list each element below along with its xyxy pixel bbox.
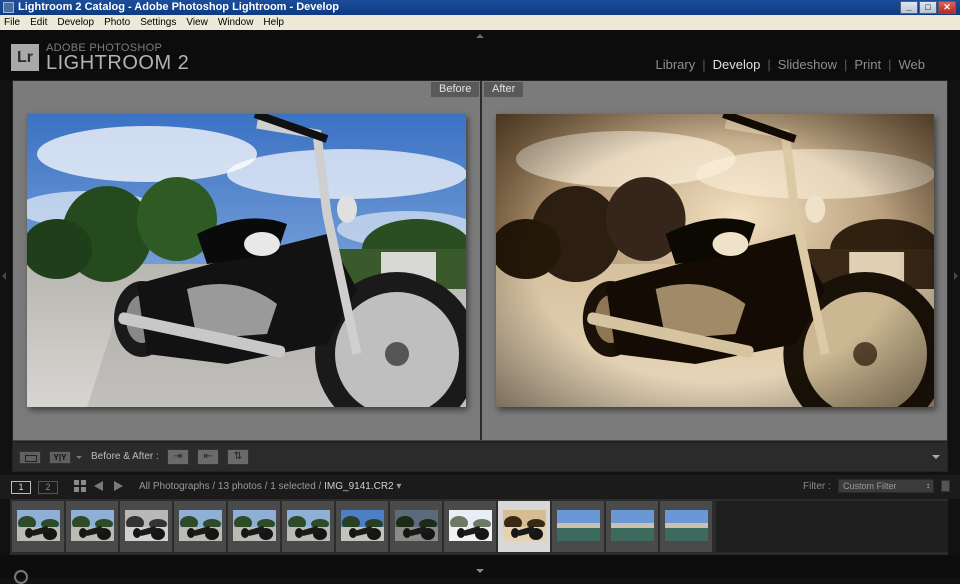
bottom-panel-toggle-icon[interactable] — [476, 569, 484, 573]
thumbnail-image — [449, 510, 492, 541]
menu-edit[interactable]: Edit — [25, 15, 52, 30]
module-library[interactable]: Library — [648, 57, 702, 72]
after-label: After — [484, 82, 524, 97]
app-icon — [3, 2, 14, 13]
forward-arrow-icon[interactable] — [114, 481, 123, 491]
thumbnail-image — [611, 510, 654, 541]
before-label: Before — [431, 82, 480, 97]
grid-view-icon[interactable] — [74, 480, 86, 492]
filmstrip-thumbnail[interactable] — [444, 501, 497, 552]
close-button[interactable]: ✕ — [938, 1, 956, 14]
selected-file-name: IMG_9141.CR2 — [324, 481, 394, 492]
module-picker: Library | Develop | Slideshow | Print | Web — [648, 57, 932, 72]
primary-window-button[interactable]: 1 — [11, 481, 31, 494]
copy-after-to-before-button[interactable]: ⇤ — [197, 449, 219, 465]
menu-help[interactable]: Help — [258, 15, 289, 30]
filmstrip-thumbnail[interactable] — [120, 501, 173, 552]
bottom-panel — [0, 555, 960, 578]
filmstrip-thumbnail[interactable] — [174, 501, 227, 552]
menu-view[interactable]: View — [181, 15, 213, 30]
filmstrip-thumbnail[interactable] — [552, 501, 605, 552]
module-print[interactable]: Print — [847, 57, 888, 72]
filmstrip-thumbnail[interactable] — [66, 501, 119, 552]
filmstrip-thumbnail[interactable] — [390, 501, 443, 552]
thumbnail-image — [179, 510, 222, 541]
filmstrip-source[interactable]: All Photographs / 13 photos / 1 selected… — [139, 481, 401, 492]
back-arrow-icon[interactable] — [94, 481, 103, 491]
thumbnail-image — [17, 510, 60, 541]
before-after-label: Before & After : — [91, 451, 159, 462]
module-slideshow[interactable]: Slideshow — [771, 57, 844, 72]
thumbnail-image — [341, 510, 384, 541]
copy-before-to-after-button[interactable]: ⇥ — [167, 449, 189, 465]
filmstrip-thumbnail[interactable] — [660, 501, 713, 552]
pane-divider — [480, 81, 482, 440]
source-path: All Photographs / 13 photos / 1 selected… — [139, 481, 322, 492]
filmstrip-thumbnail[interactable] — [282, 501, 335, 552]
lightroom-logo: Lr — [11, 44, 39, 71]
maximize-button[interactable]: □ — [919, 1, 937, 14]
before-photo[interactable] — [27, 114, 466, 407]
menu-window[interactable]: Window — [213, 15, 259, 30]
filter-select[interactable]: Custom Filter — [838, 479, 934, 493]
window-controls: _ □ ✕ — [900, 1, 956, 14]
filter-label: Filter : — [803, 481, 831, 492]
top-panel-toggle-icon[interactable] — [476, 34, 484, 38]
thumbnail-image — [71, 510, 114, 541]
filmstrip-thumbnail[interactable] — [12, 501, 65, 552]
thumbnail-image — [665, 510, 708, 541]
after-photo[interactable] — [496, 114, 934, 407]
secondary-window-button[interactable]: 2 — [38, 481, 58, 494]
loupe-view-button[interactable] — [19, 451, 41, 464]
swap-before-after-button[interactable]: ⇅ — [227, 449, 249, 465]
menu-settings[interactable]: Settings — [135, 15, 181, 30]
view-mode-caret-icon[interactable] — [76, 456, 82, 459]
filmstrip-thumbnail[interactable] — [228, 501, 281, 552]
module-develop[interactable]: Develop — [706, 57, 768, 72]
brand-line-2: LIGHTROOM 2 — [46, 52, 190, 74]
right-panel-toggle-icon[interactable] — [954, 272, 958, 280]
thumbnail-image — [395, 510, 438, 541]
filmstrip-thumbnail[interactable] — [606, 501, 659, 552]
filmstrip-thumbnail[interactable] — [336, 501, 389, 552]
menu-file[interactable]: File — [0, 15, 25, 30]
thumbnail-image — [125, 510, 168, 541]
module-web[interactable]: Web — [892, 57, 933, 72]
filmstrip-thumbnail[interactable] — [498, 501, 551, 552]
filmstrip-empty-area — [716, 501, 948, 552]
menu-bar: File Edit Develop Photo Settings View Window He… — [0, 15, 960, 30]
menu-photo[interactable]: Photo — [99, 15, 135, 30]
source-dropdown-icon[interactable]: ▾ — [396, 481, 401, 492]
minimize-button[interactable]: _ — [900, 1, 918, 14]
thumbnail-image — [557, 510, 600, 541]
toolbar-menu-icon[interactable] — [932, 455, 940, 459]
filter-lock-icon[interactable] — [941, 480, 950, 492]
before-after-view-button[interactable]: Y|Y — [49, 451, 71, 464]
left-panel-toggle-icon[interactable] — [2, 272, 6, 280]
thumbnail-image — [287, 510, 330, 541]
window-title: Lightroom 2 Catalog - Adobe Photoshop Li… — [18, 1, 340, 13]
thumbnail-image — [233, 510, 276, 541]
window-title-bar: Lightroom 2 Catalog - Adobe Photoshop Li… — [0, 0, 960, 15]
menu-develop[interactable]: Develop — [52, 15, 99, 30]
help-icon[interactable] — [14, 570, 28, 584]
thumbnail-image — [503, 510, 546, 541]
